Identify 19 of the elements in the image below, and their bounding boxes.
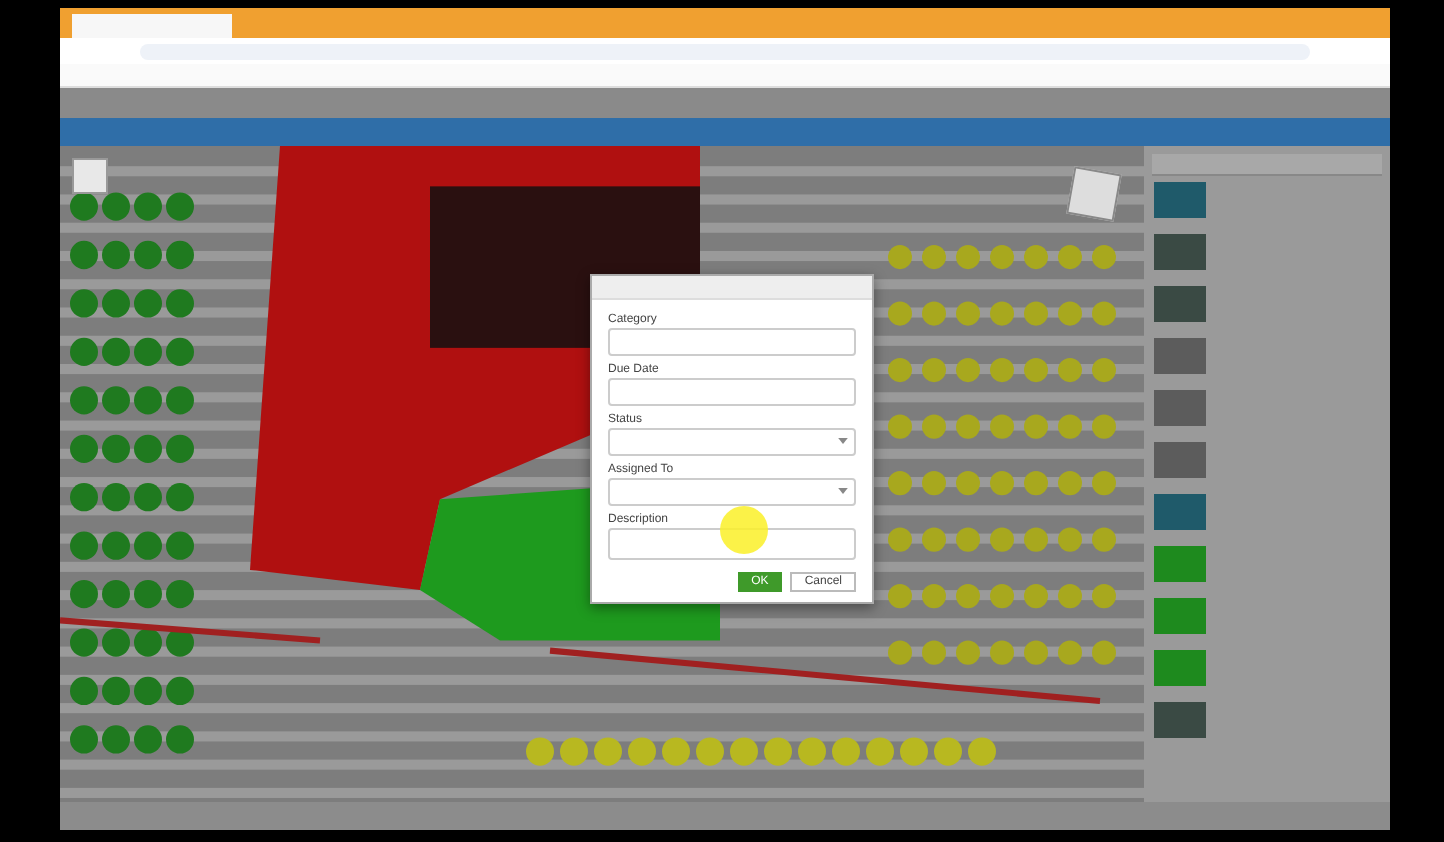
model-thumbnail: [1154, 286, 1206, 322]
input-field[interactable]: [608, 328, 856, 356]
model-thumbnail: [1154, 702, 1206, 738]
model-thumbnail: [1154, 442, 1206, 478]
model-thumbnail: [1154, 390, 1206, 426]
search-field[interactable]: [1152, 154, 1382, 176]
model-thumbnail: [1154, 338, 1206, 374]
home-view-button[interactable]: [72, 158, 108, 194]
model-thumbnail: [1154, 598, 1206, 634]
input-field[interactable]: [608, 378, 856, 406]
dropdown-field[interactable]: [608, 428, 856, 456]
model-thumbnail: [1154, 546, 1206, 582]
model-thumbnail: [1154, 234, 1206, 270]
model-thumbnail: [1154, 182, 1206, 218]
model-thumbnail: [1154, 650, 1206, 686]
caret-icon: [838, 438, 848, 444]
browser-tab[interactable]: [72, 14, 232, 38]
model-thumbnail: [1154, 494, 1206, 530]
dropdown-field[interactable]: [608, 478, 856, 506]
